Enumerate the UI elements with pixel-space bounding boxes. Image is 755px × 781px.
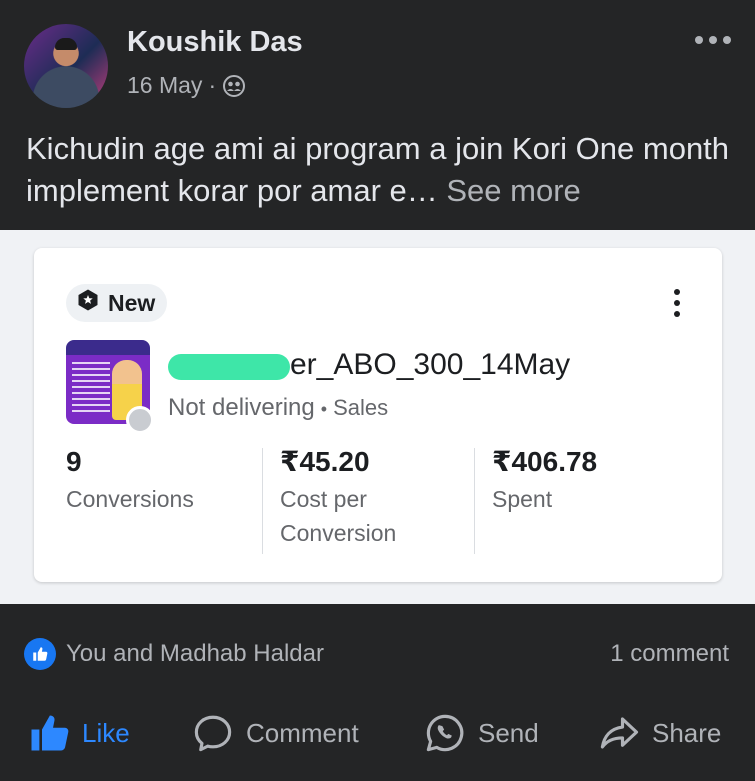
comment-button[interactable]: Comment [192,708,359,758]
whatsapp-icon [424,712,466,754]
thumbnail-text-lines [72,362,110,416]
redaction-scribble [168,354,290,380]
metric-value: ₹45.20 [280,446,370,477]
metric-value: 9 [66,446,82,477]
campaign-objective: Sales [333,395,389,420]
metric-divider [262,448,263,554]
see-more-link[interactable]: See more [446,173,580,208]
post-body: Kichudin age ami ai program a join Kori … [26,131,730,208]
delivery-status: Not delivering [168,394,315,421]
share-label: Share [652,717,722,748]
comment-bubble-icon [192,712,234,754]
metric-cost-per-conversion: ₹45.20 Cost per Conversion [280,444,460,550]
meta-separator: · [208,72,217,98]
metric-label: Cost per Conversion [280,486,397,546]
send-label: Send [478,717,539,748]
status-separator: • [320,399,328,419]
avatar-hair [55,38,77,50]
badge-hexagon-icon [76,288,100,318]
share-arrow-icon [598,712,640,754]
author-name[interactable]: Koushik Das [127,26,303,59]
more-options-icon[interactable] [693,28,733,52]
reactions-text: You and Madhab Haldar [66,640,324,667]
send-button[interactable]: Send [424,708,539,758]
share-button[interactable]: Share [598,708,721,758]
comment-count[interactable]: 1 comment [610,640,729,668]
post-text: Kichudin age ami ai program a join Kori … [26,128,736,212]
post-header: Koushik Das 16 May · Kichudin age ami ai… [0,0,755,230]
metrics-row: 9 Conversions ₹45.20 Cost per Conversion… [34,444,722,554]
comment-label: Comment [246,717,359,748]
delivery-status-row: Not delivering • Sales [168,394,388,422]
metric-label: Conversions [66,486,194,512]
ad-card[interactable]: New er_ABO_300_14May Not delivering • Sale… [34,248,722,582]
card-options-icon[interactable] [672,288,682,318]
reactions-summary[interactable]: You and Madhab Haldar [24,638,324,670]
friends-icon [222,74,246,98]
post-date[interactable]: 16 May [127,72,202,99]
attachment-area: New er_ABO_300_14May Not delivering • Sale… [0,230,755,604]
metric-label: Spent [492,486,553,512]
status-dot-icon [126,406,154,434]
metric-conversions: 9 Conversions [66,444,278,516]
campaign-name: er_ABO_300_14May [290,348,571,381]
like-reaction-icon [24,638,56,670]
post-footer: You and Madhab Haldar 1 comment Like Com… [0,604,755,781]
metric-spent: ₹406.78 Spent [492,444,704,516]
author-avatar[interactable] [24,24,108,108]
like-label: Like [82,717,130,748]
new-badge: New [66,284,168,322]
metric-divider [474,448,475,554]
post-actions: Like Comment Send Share [0,708,755,758]
post-meta: 16 May · [127,72,246,99]
badge-label: New [108,289,156,316]
thumbs-up-icon [28,712,70,754]
like-button[interactable]: Like [28,708,130,758]
metric-value: ₹406.78 [492,446,598,477]
